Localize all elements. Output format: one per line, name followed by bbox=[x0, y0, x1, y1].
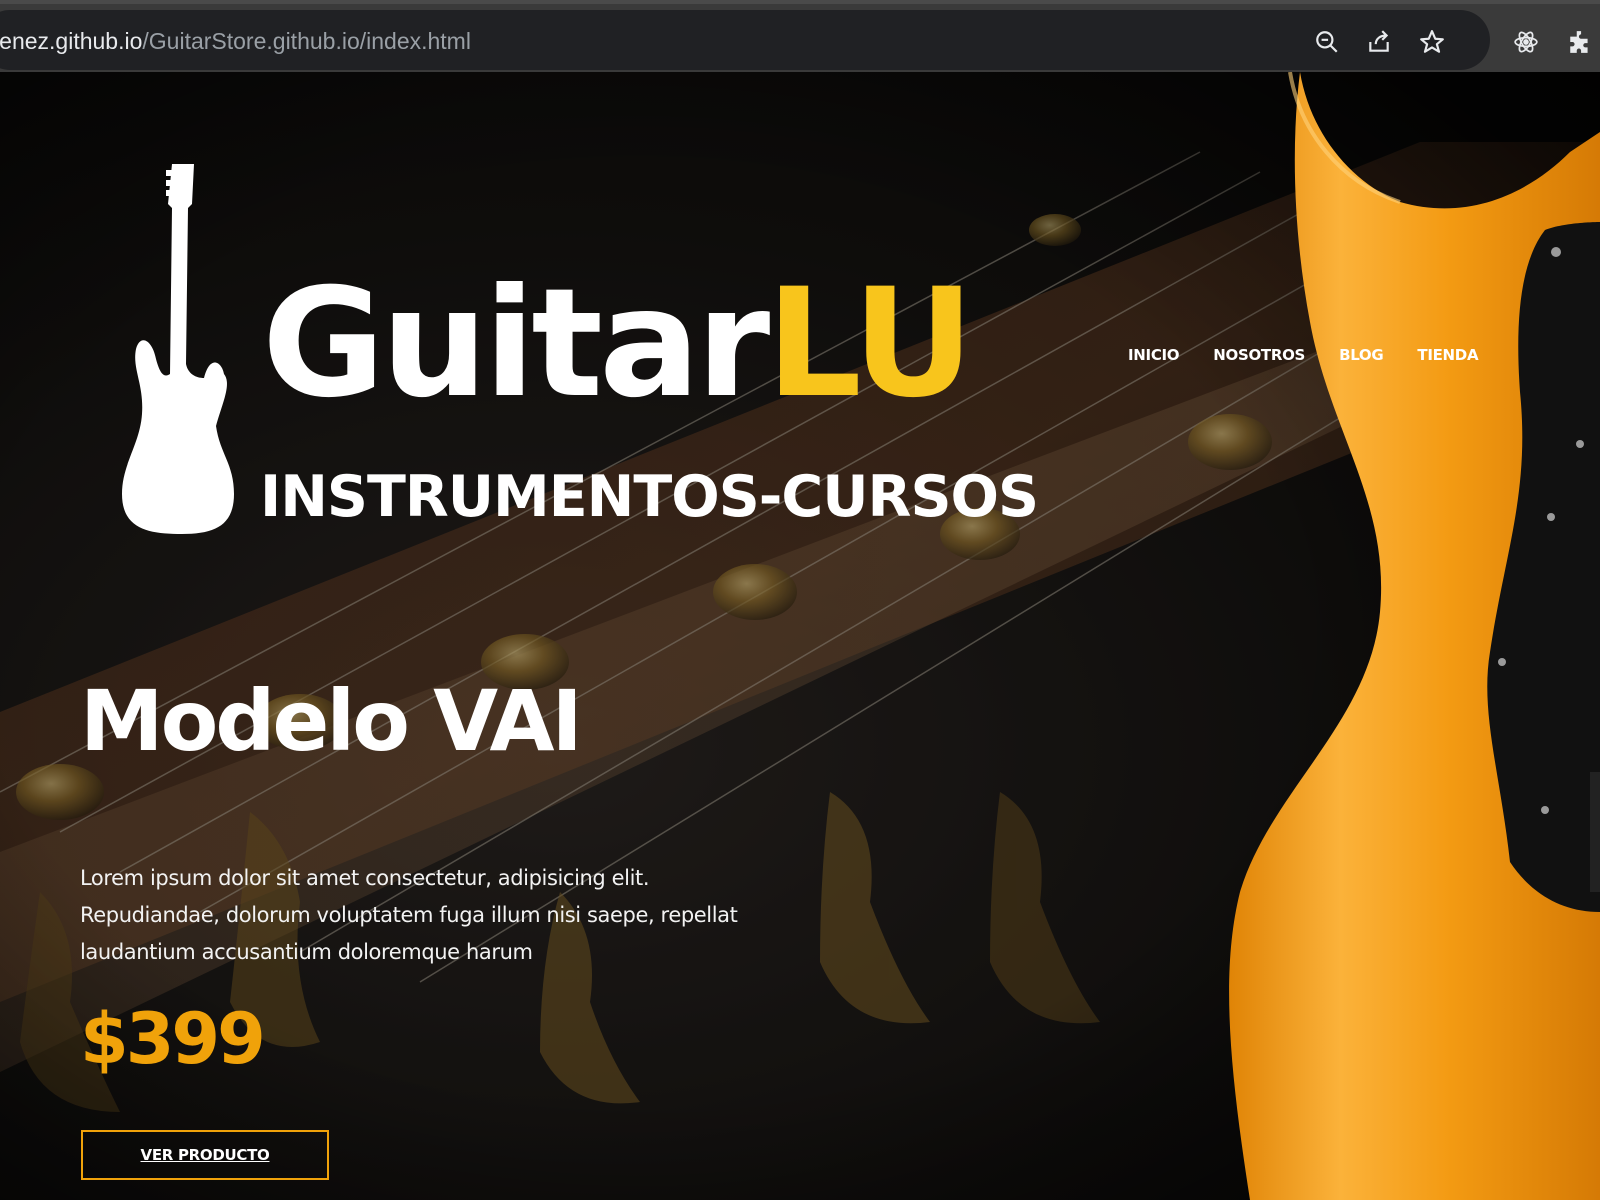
product-price: $399 bbox=[80, 998, 266, 1080]
product-description: Lorem ipsum dolor sit amet consectetur, … bbox=[80, 866, 738, 964]
logo-word-accent: LU bbox=[766, 257, 974, 431]
main-nav: INICIO NOSOTROS BLOG TIENDA bbox=[1128, 346, 1479, 364]
hero-section: GuitarLU INSTRUMENTOS-CURSOS INICIO NOSO… bbox=[0, 72, 1600, 1200]
nav-link-nosotros[interactable]: NOSOTROS bbox=[1213, 346, 1305, 364]
logo-wordmark: GuitarLU bbox=[262, 269, 974, 419]
url-text[interactable]: menez.github.io/GuitarStore.github.io/in… bbox=[0, 28, 471, 55]
nav-link-blog[interactable]: BLOG bbox=[1339, 346, 1384, 364]
zoom-icon[interactable] bbox=[1313, 28, 1341, 56]
react-devtools-icon[interactable] bbox=[1512, 28, 1540, 56]
url-host: menez.github.io bbox=[0, 28, 143, 54]
url-path: /GuitarStore.github.io/index.html bbox=[142, 28, 471, 54]
nav-link-tienda[interactable]: TIENDA bbox=[1417, 346, 1478, 364]
product-title: Modelo VAI bbox=[80, 672, 583, 770]
browser-toolbar: menez.github.io/GuitarStore.github.io/in… bbox=[0, 0, 1600, 72]
share-icon[interactable] bbox=[1365, 28, 1393, 56]
logo-tagline: INSTRUMENTOS-CURSOS bbox=[260, 464, 1039, 530]
view-product-button[interactable]: VER PRODUCTO bbox=[81, 1130, 329, 1180]
bookmark-star-icon[interactable] bbox=[1418, 28, 1446, 56]
nav-link-inicio[interactable]: INICIO bbox=[1128, 346, 1180, 364]
site-logo[interactable]: GuitarLU INSTRUMENTOS-CURSOS bbox=[122, 164, 1122, 544]
extensions-puzzle-icon[interactable] bbox=[1566, 28, 1594, 56]
guitar-silhouette-icon bbox=[122, 164, 234, 534]
address-bar[interactable]: menez.github.io/GuitarStore.github.io/in… bbox=[0, 10, 1490, 70]
logo-word-primary: Guitar bbox=[262, 257, 770, 431]
